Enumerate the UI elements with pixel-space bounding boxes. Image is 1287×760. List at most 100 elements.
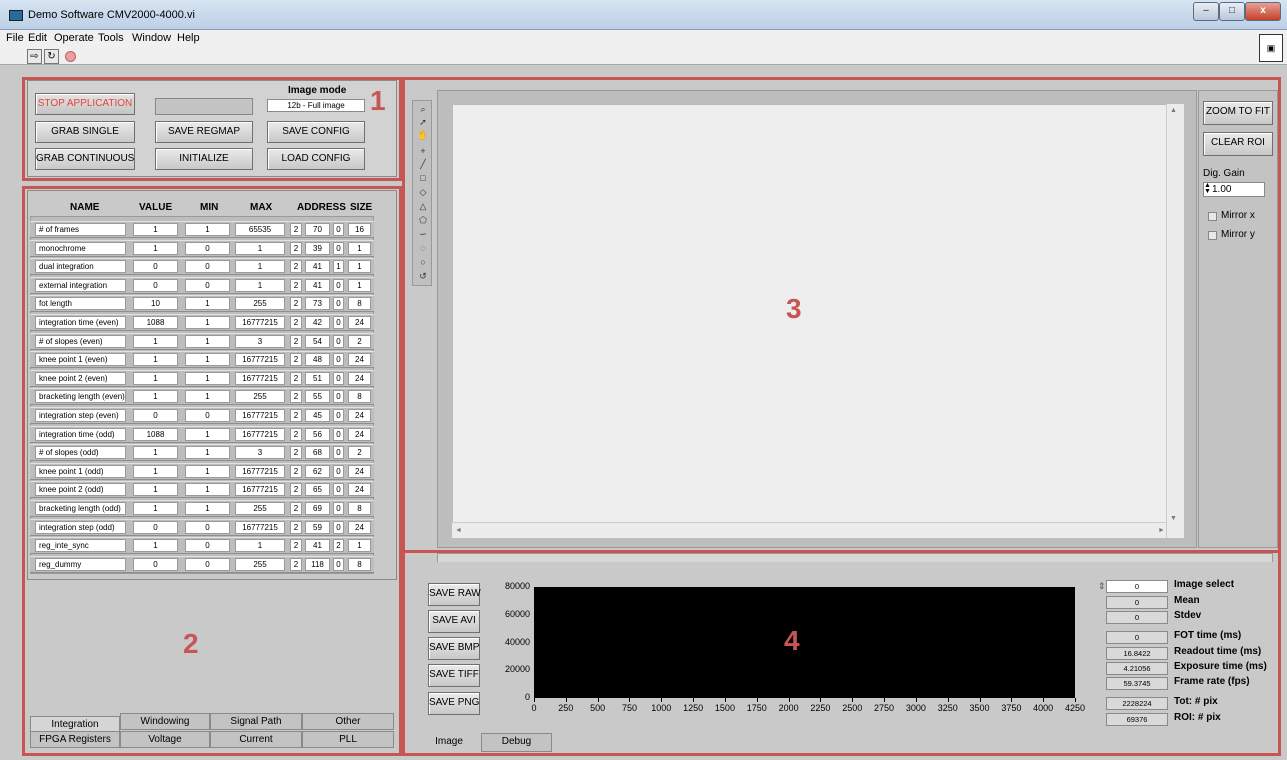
grab-continuous-button[interactable]: GRAB CONTINUOUS <box>35 148 135 170</box>
register-a1-cell[interactable]: 2 <box>290 539 302 553</box>
register-a2-cell[interactable]: 39 <box>305 241 330 255</box>
horizontal-scrollbar[interactable] <box>452 522 1166 538</box>
register-size-cell[interactable]: 24 <box>348 316 371 329</box>
register-min-cell[interactable]: 0 <box>185 278 230 292</box>
register-a2-cell[interactable]: 70 <box>305 223 330 236</box>
register-a3-cell[interactable]: 0 <box>333 409 344 422</box>
register-max-cell[interactable]: 255 <box>235 297 285 311</box>
register-a2-cell[interactable]: 73 <box>305 297 330 311</box>
mirror-y-checkbox[interactable] <box>1208 231 1217 240</box>
register-a3-cell[interactable]: 0 <box>333 223 344 236</box>
register-min-cell[interactable]: 0 <box>185 241 230 255</box>
line-icon[interactable]: ╱ <box>416 158 430 170</box>
register-a1-cell[interactable]: 2 <box>290 223 302 236</box>
scroll-right-icon[interactable]: ► <box>1158 527 1165 534</box>
register-a1-cell[interactable]: 2 <box>290 390 302 404</box>
register-a1-cell[interactable]: 2 <box>290 409 302 422</box>
register-value-cell[interactable]: 0 <box>133 409 178 422</box>
register-min-cell[interactable]: 1 <box>185 316 230 329</box>
register-value-cell[interactable]: 0 <box>133 557 178 571</box>
freehand-icon[interactable]: ∽ <box>416 228 430 240</box>
register-a1-cell[interactable]: 2 <box>290 464 302 478</box>
register-min-cell[interactable]: 0 <box>185 557 230 571</box>
register-a1-cell[interactable]: 2 <box>290 260 302 274</box>
register-a3-cell[interactable]: 0 <box>333 427 344 441</box>
register-min-cell[interactable]: 1 <box>185 446 230 460</box>
tab-windowing[interactable]: Windowing <box>120 713 210 730</box>
register-a2-cell[interactable]: 51 <box>305 371 330 385</box>
register-min-cell[interactable]: 1 <box>185 334 230 348</box>
save-raw-button[interactable]: SAVE RAW <box>428 583 481 606</box>
register-a2-cell[interactable]: 65 <box>305 483 330 497</box>
register-a3-cell[interactable]: 0 <box>333 278 344 292</box>
register-a3-cell[interactable]: 0 <box>333 502 344 515</box>
register-min-cell[interactable]: 1 <box>185 297 230 311</box>
register-a3-cell[interactable]: 0 <box>333 297 344 311</box>
polygon-icon[interactable]: ⬠ <box>416 214 430 226</box>
tab-fpga-registers[interactable]: FPGA Registers <box>30 731 120 748</box>
register-a3-cell[interactable]: 0 <box>333 316 344 329</box>
broken-line-icon[interactable]: ↺ <box>416 270 430 282</box>
register-max-cell[interactable]: 3 <box>235 334 285 348</box>
register-a1-cell[interactable]: 2 <box>290 427 302 441</box>
zoom-icon[interactable]: ⌕ <box>416 103 430 115</box>
save-bmp-button[interactable]: SAVE BMP <box>428 637 480 660</box>
register-size-cell[interactable]: 24 <box>348 353 371 367</box>
tab-signal-path[interactable]: Signal Path <box>210 713 302 730</box>
register-a1-cell[interactable]: 2 <box>290 297 302 311</box>
register-value-cell[interactable]: 1088 <box>133 427 178 441</box>
register-a2-cell[interactable]: 48 <box>305 353 330 367</box>
register-a2-cell[interactable]: 62 <box>305 464 330 478</box>
initialize-button[interactable]: INITIALIZE <box>155 148 253 170</box>
register-value-cell[interactable]: 1 <box>133 446 178 460</box>
register-a1-cell[interactable]: 2 <box>290 371 302 385</box>
register-size-cell[interactable]: 8 <box>348 557 371 571</box>
register-max-cell[interactable]: 16777215 <box>235 409 285 422</box>
register-a2-cell[interactable]: 41 <box>305 260 330 274</box>
register-max-cell[interactable]: 1 <box>235 278 285 292</box>
annulus-icon[interactable]: △ <box>416 200 430 212</box>
register-max-cell[interactable]: 16777215 <box>235 464 285 478</box>
register-a1-cell[interactable]: 2 <box>290 446 302 460</box>
save-png-button[interactable]: SAVE PNG <box>428 692 480 715</box>
register-a1-cell[interactable]: 2 <box>290 502 302 515</box>
register-max-cell[interactable]: 1 <box>235 539 285 553</box>
tab-voltage[interactable]: Voltage <box>120 731 210 748</box>
register-a1-cell[interactable]: 2 <box>290 520 302 534</box>
menu-tools[interactable]: Tools <box>98 32 124 44</box>
register-size-cell[interactable]: 1 <box>348 539 371 553</box>
register-a3-cell[interactable]: 0 <box>333 557 344 571</box>
register-a2-cell[interactable]: 59 <box>305 520 330 534</box>
register-value-cell[interactable]: 1 <box>133 334 178 348</box>
register-size-cell[interactable]: 8 <box>348 502 371 515</box>
register-a3-cell[interactable]: 1 <box>333 260 344 274</box>
register-max-cell[interactable]: 16777215 <box>235 371 285 385</box>
register-value-cell[interactable]: 10 <box>133 297 178 311</box>
save-regmap-button[interactable]: SAVE REGMAP <box>155 121 253 143</box>
register-value-cell[interactable]: 1 <box>133 483 178 497</box>
save-tiff-button[interactable]: SAVE TIFF <box>428 664 480 687</box>
register-a2-cell[interactable]: 56 <box>305 427 330 441</box>
register-a2-cell[interactable]: 54 <box>305 334 330 348</box>
register-max-cell[interactable]: 16777215 <box>235 520 285 534</box>
register-a1-cell[interactable]: 2 <box>290 334 302 348</box>
register-max-cell[interactable]: 16777215 <box>235 483 285 497</box>
register-size-cell[interactable]: 2 <box>348 334 371 348</box>
menu-file[interactable]: File <box>6 32 24 44</box>
register-a2-cell[interactable]: 68 <box>305 446 330 460</box>
register-min-cell[interactable]: 1 <box>185 483 230 497</box>
register-max-cell[interactable]: 255 <box>235 557 285 571</box>
register-a3-cell[interactable]: 0 <box>333 241 344 255</box>
register-size-cell[interactable]: 24 <box>348 464 371 478</box>
register-size-cell[interactable]: 8 <box>348 297 371 311</box>
scroll-down-icon[interactable]: ▼ <box>1170 515 1177 522</box>
register-min-cell[interactable]: 1 <box>185 371 230 385</box>
register-value-cell[interactable]: 1 <box>133 539 178 553</box>
maximize-button[interactable]: □ <box>1219 2 1245 21</box>
register-min-cell[interactable]: 0 <box>185 409 230 422</box>
abort-icon[interactable] <box>65 51 76 62</box>
register-a3-cell[interactable]: 0 <box>333 390 344 404</box>
register-size-cell[interactable]: 24 <box>348 520 371 534</box>
stat-value[interactable]: 0 <box>1106 580 1168 593</box>
minimize-button[interactable]: – <box>1193 2 1219 21</box>
